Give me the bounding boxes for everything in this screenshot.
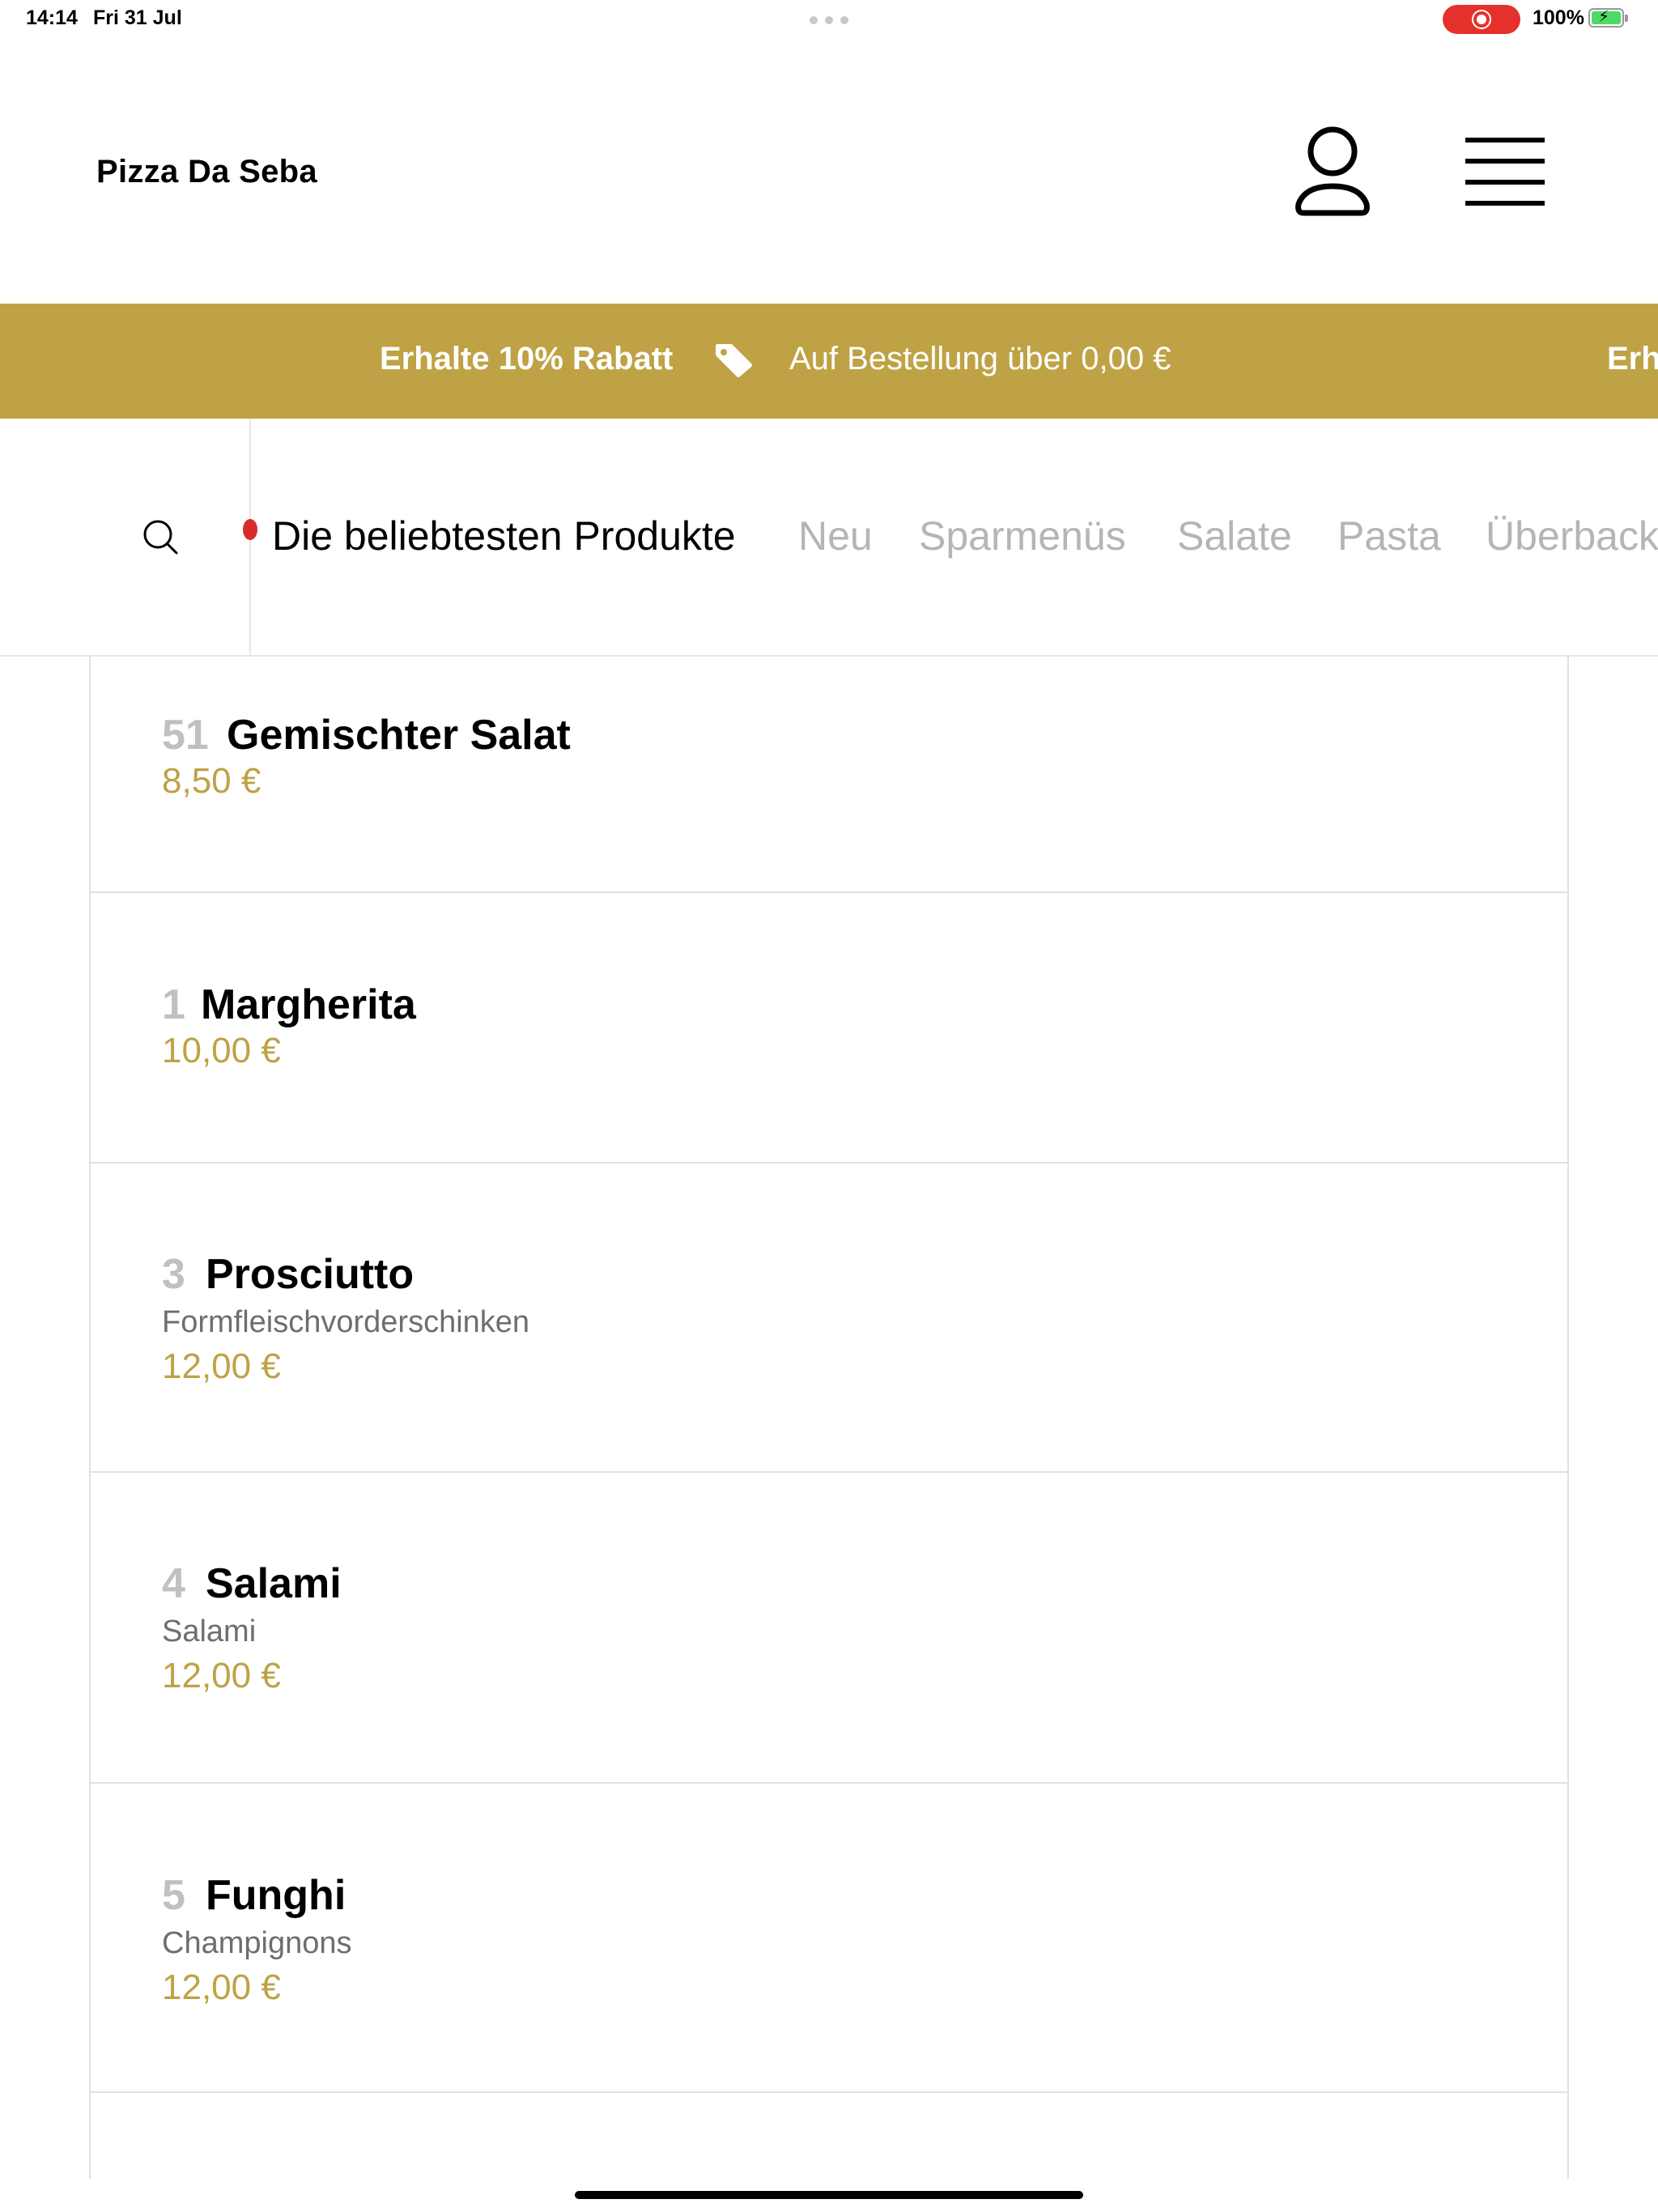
battery-percentage: 100% [1533, 6, 1584, 29]
home-indicator[interactable] [575, 2191, 1083, 2199]
promo-text: Auf Bestellung über 0,00 € [789, 341, 1171, 376]
product-name: Prosciutto [206, 1251, 414, 1298]
search-icon [143, 520, 178, 555]
product-number: 4 [162, 1560, 185, 1607]
product-item[interactable]: 3 Prosciutto Formfleischvorderschinken 1… [91, 1163, 1567, 1473]
tab-salads[interactable]: Salate [1177, 513, 1292, 559]
product-name: Gemischter Salat [227, 712, 571, 759]
hamburger-menu-icon[interactable] [1465, 136, 1545, 207]
multitasking-dots-icon[interactable] [810, 16, 848, 24]
price-tag-icon [716, 344, 752, 377]
search-button[interactable] [0, 419, 251, 655]
popular-marker-icon [243, 519, 257, 540]
tab-pasta[interactable]: Pasta [1337, 513, 1441, 559]
product-item[interactable]: 1 Margherita 10,00 € [91, 893, 1567, 1163]
product-number: 1 [162, 981, 185, 1028]
tab-ueberbacken[interactable]: Überback [1486, 513, 1658, 559]
product-item[interactable]: 51 Gemischter Salat 8,50 € [91, 657, 1567, 893]
product-number: 5 [162, 1872, 185, 1919]
status-time: 14:14 [26, 6, 78, 29]
product-item-partial[interactable] [91, 2093, 1567, 2179]
product-number: 51 [162, 712, 209, 759]
product-description: Formfleischvorderschinken [162, 1305, 530, 1339]
tab-sparmenues[interactable]: Sparmenüs [919, 513, 1126, 559]
screen-recording-icon[interactable] [1443, 5, 1520, 34]
product-number: 3 [162, 1251, 185, 1298]
app-screen: 14:14 Fri 31 Jul 100% ⚡ Pizza Da Seba Er… [0, 0, 1658, 2212]
product-price: 12,00 € [162, 1967, 281, 2007]
site-header: Pizza Da Seba [0, 39, 1658, 304]
product-price: 8,50 € [162, 761, 261, 801]
status-bar: 14:14 Fri 31 Jul 100% ⚡ [0, 0, 1658, 39]
brand-name[interactable]: Pizza Da Seba [96, 154, 317, 190]
product-name: Margherita [201, 981, 416, 1028]
product-price: 12,00 € [162, 1656, 281, 1695]
product-price: 10,00 € [162, 1031, 281, 1070]
status-date: Fri 31 Jul [93, 6, 182, 29]
product-list: 51 Gemischter Salat 8,50 € 1 Margherita … [89, 657, 1569, 2179]
product-description: Salami [162, 1614, 257, 1648]
battery-charging-icon: ⚡ [1588, 8, 1628, 28]
category-nav: Die beliebtesten Produkte Neu Sparmenüs … [0, 419, 1658, 657]
tab-popular-products[interactable]: Die beliebtesten Produkte [272, 513, 736, 559]
product-description: Champignons [162, 1926, 352, 1960]
user-icon[interactable] [1294, 125, 1371, 220]
product-price: 12,00 € [162, 1346, 281, 1386]
promo-title-repeat: Erh [1607, 341, 1658, 376]
promo-title: Erhalte 10% Rabatt [380, 341, 674, 376]
promo-banner: Erhalte 10% Rabatt Auf Bestellung über 0… [0, 304, 1658, 419]
product-name: Funghi [206, 1872, 346, 1919]
product-item[interactable]: 5 Funghi Champignons 12,00 € [91, 1784, 1567, 2093]
product-item[interactable]: 4 Salami Salami 12,00 € [91, 1473, 1567, 1784]
tab-new[interactable]: Neu [798, 513, 873, 559]
product-name: Salami [206, 1560, 342, 1607]
